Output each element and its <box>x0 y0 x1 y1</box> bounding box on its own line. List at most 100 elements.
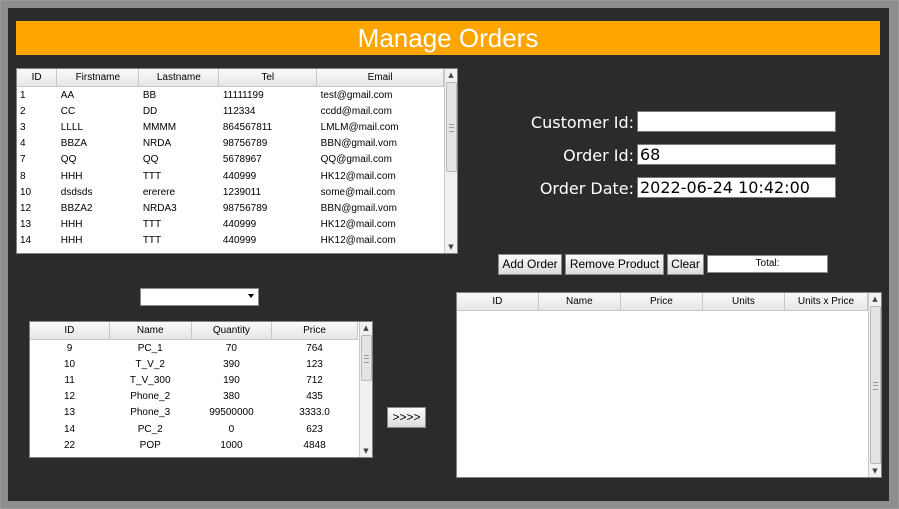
table-cell: POP <box>139 439 161 451</box>
scroll-down-icon[interactable]: ▼ <box>869 465 881 477</box>
table-cell: 0 <box>228 423 235 435</box>
table-cell: 390 <box>223 358 240 370</box>
table-cell: Phone_2 <box>130 391 171 403</box>
scroll-up-icon[interactable]: ▲ <box>360 322 372 334</box>
table-cell: BBN@gmail.vom <box>320 202 397 214</box>
table-cell: 7 <box>20 154 26 166</box>
table-cell: HK12@mail.com <box>320 235 396 247</box>
table-cell: Phone_3 <box>130 407 171 419</box>
table-cell: 2 <box>20 105 26 117</box>
column-header-firstname[interactable]: Firstname <box>56 69 140 87</box>
table-cell: 14 <box>20 235 32 247</box>
table-cell: HK12@mail.com <box>320 170 396 182</box>
table-cell: 3 <box>20 121 26 133</box>
column-header-lastname[interactable]: Lastname <box>138 69 220 87</box>
table-cell: 14 <box>64 423 76 435</box>
order-items-scrollbar[interactable]: ▲ ▼ <box>868 293 881 477</box>
column-header-units-x-price[interactable]: Units x Price <box>784 293 869 311</box>
table-row[interactable]: 2 CC DD 112334 ccdd@mail.com <box>17 103 444 119</box>
table-cell: 98756789 <box>222 202 268 214</box>
table-row[interactable]: 8 HHH TTT 440999 HK12@mail.com <box>17 168 444 184</box>
table-row[interactable]: 12 BBZA2 NRDA3 98756789 BBN@gmail.vom <box>17 200 444 216</box>
customer-id-label: Customer Id: <box>530 113 634 132</box>
order-id-label: Order Id: <box>563 146 634 165</box>
column-header-price[interactable]: Price <box>620 293 703 311</box>
products-scrollbar[interactable]: ▲ ▼ <box>359 322 372 457</box>
table-cell: 10 <box>64 358 76 370</box>
table-cell: BBZA2 <box>60 202 93 214</box>
table-row[interactable]: 12 Phone_2 380 435 <box>30 389 358 405</box>
order-id-field[interactable]: 68 <box>637 144 836 165</box>
column-header-email[interactable]: Email <box>316 69 444 87</box>
table-row[interactable]: 13 HHH TTT 440999 HK12@mail.com <box>17 217 444 233</box>
table-row[interactable]: 22 POP 1000 4848 <box>30 437 358 453</box>
clear-button[interactable]: Clear <box>667 254 704 275</box>
table-cell: ccdd@mail.com <box>320 105 392 117</box>
table-cell: test@gmail.com <box>320 89 393 101</box>
table-row[interactable]: 1 AA BB 11111199 test@gmail.com <box>17 87 444 104</box>
column-header-units[interactable]: Units <box>702 293 785 311</box>
table-row[interactable]: 3 LLLL MMMM 864567811 LMLM@mail.com <box>17 119 444 135</box>
table-row[interactable]: 9 PC_1 70 764 <box>30 340 358 357</box>
table-cell: BB <box>142 89 157 101</box>
total-display: Total: <box>707 255 828 273</box>
scroll-up-icon[interactable]: ▲ <box>869 293 881 305</box>
column-header-id[interactable]: ID <box>17 69 58 87</box>
scrollbar-thumb[interactable] <box>446 82 457 172</box>
category-select[interactable] <box>140 288 259 306</box>
table-row[interactable]: 14 PC_2 0 623 <box>30 421 358 437</box>
order-date-field[interactable]: 2022-06-24 10:42:00 <box>637 177 836 198</box>
column-header-id[interactable]: ID <box>457 293 539 311</box>
table-cell: QQ <box>60 154 77 166</box>
table-cell: 190 <box>223 374 240 386</box>
table-cell: LLLL <box>60 121 84 133</box>
chevron-down-icon[interactable] <box>248 294 254 298</box>
column-header-name[interactable]: Name <box>109 322 192 340</box>
table-cell: NRDA <box>142 138 172 150</box>
column-header-tel[interactable]: Tel <box>218 69 318 87</box>
scrollbar-thumb[interactable] <box>361 335 372 381</box>
column-header-quantity[interactable]: Quantity <box>191 322 273 340</box>
add-order-button[interactable]: Add Order <box>498 254 562 275</box>
products-table[interactable]: ID Name Quantity Price 9 PC_1 70 764 10 T_V_2… <box>29 321 373 458</box>
table-cell: PC_2 <box>137 423 163 435</box>
scroll-down-icon[interactable]: ▼ <box>360 445 372 457</box>
table-row[interactable]: 10 dsdsds ererere 1239011 some@mail.com <box>17 184 444 200</box>
table-cell: AA <box>60 89 75 101</box>
table-cell: dsdsds <box>60 186 93 198</box>
table-cell: 22 <box>64 439 76 451</box>
scroll-down-icon[interactable]: ▼ <box>445 241 457 253</box>
table-cell: 712 <box>306 374 323 386</box>
customers-scrollbar[interactable]: ▲ ▼ <box>444 69 457 253</box>
remove-product-button[interactable]: Remove Product <box>565 254 664 275</box>
column-header-name[interactable]: Name <box>538 293 621 311</box>
column-header-id[interactable]: ID <box>30 322 110 340</box>
table-row[interactable]: 10 T_V_2 390 123 <box>30 356 358 372</box>
table-cell: 11111199 <box>222 89 264 101</box>
table-cell: 623 <box>306 423 323 435</box>
table-cell: 1000 <box>220 439 243 451</box>
table-cell: T_V_2 <box>135 358 165 370</box>
page-title: Manage Orders <box>16 21 880 55</box>
table-cell: 70 <box>225 342 237 354</box>
customer-id-field[interactable] <box>637 111 836 132</box>
table-row[interactable]: 13 Phone_3 99500000 3333.0 <box>30 405 358 421</box>
table-row[interactable]: 7 QQ QQ 5678967 QQ@gmail.com <box>17 152 444 168</box>
table-row[interactable]: 14 HHH TTT 440999 HK12@mail.com <box>17 233 444 249</box>
scrollbar-thumb[interactable] <box>870 306 881 464</box>
order-date-label: Order Date: <box>539 179 634 198</box>
table-row[interactable]: 11 T_V_300 190 712 <box>30 372 358 388</box>
add-to-order-button[interactable]: >>>> <box>387 407 426 428</box>
table-cell: HHH <box>60 170 83 182</box>
column-header-price[interactable]: Price <box>271 322 358 340</box>
table-cell: TTT <box>142 170 162 182</box>
table-cell: 10 <box>20 186 32 198</box>
order-items-table[interactable]: ID Name Price Units Units x Price ▲ ▼ <box>456 292 882 478</box>
table-cell: 8 <box>20 170 26 182</box>
table-cell: 13 <box>20 219 32 231</box>
table-row[interactable]: 4 BBZA NRDA 98756789 BBN@gmail.vom <box>17 136 444 152</box>
customers-table[interactable]: ID Firstname Lastname Tel Email 1 AA BB 111… <box>16 68 458 254</box>
scroll-up-icon[interactable]: ▲ <box>445 69 457 81</box>
table-cell: PC_1 <box>137 342 163 354</box>
table-cell: 4848 <box>303 439 326 451</box>
